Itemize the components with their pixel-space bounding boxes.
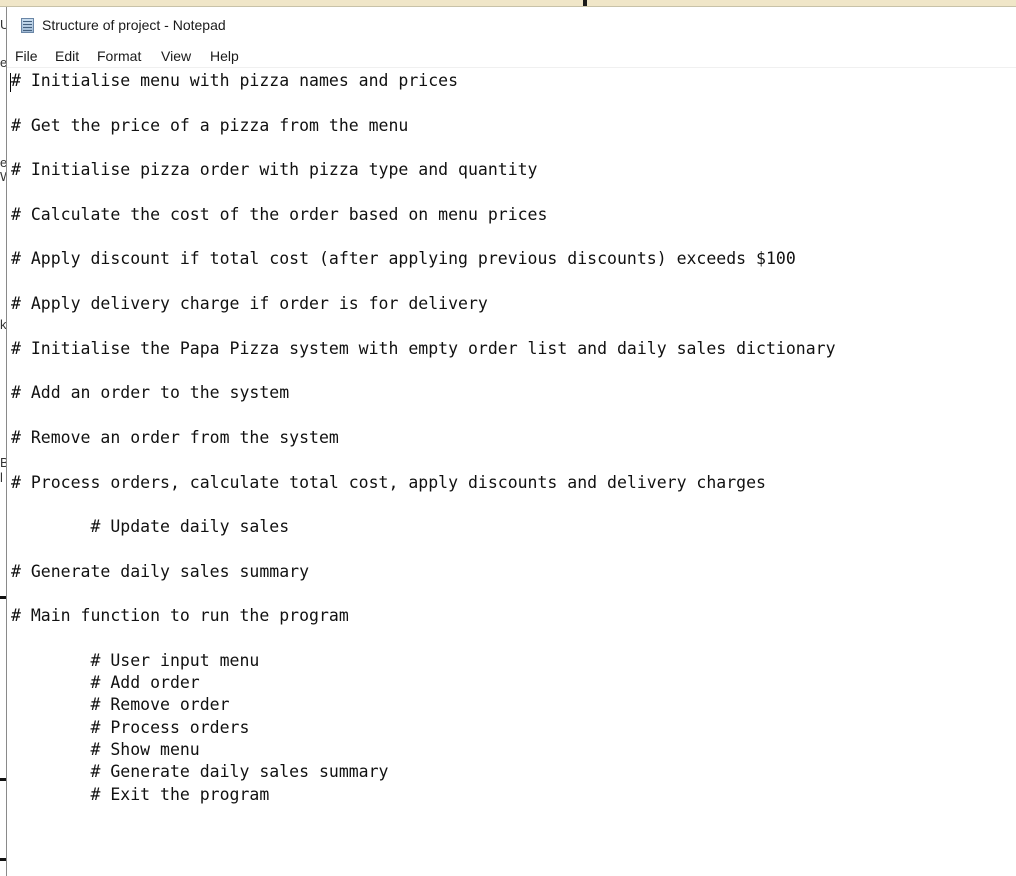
editor-line: # Add an order to the system — [11, 383, 290, 402]
window-title: Structure of project - Notepad — [42, 17, 226, 33]
menu-help[interactable]: Help — [208, 48, 241, 64]
background-window-edge: U e e W k B l — [0, 7, 7, 876]
menu-view[interactable]: View — [159, 48, 193, 64]
editor-line: # User input menu — [11, 651, 260, 670]
edge-glyph: l — [0, 470, 3, 485]
edge-glyph: U — [0, 17, 6, 32]
edge-glyph: k — [0, 317, 6, 332]
menu-file[interactable]: File — [13, 48, 40, 64]
edge-glyph: e — [0, 155, 6, 170]
text-editor[interactable]: # Initialise menu with pizza names and p… — [7, 68, 1016, 876]
edge-mark — [0, 858, 6, 861]
editor-line: # Apply discount if total cost (after ap… — [11, 249, 796, 268]
edge-glyph: W — [0, 169, 6, 184]
editor-line: # Remove an order from the system — [11, 428, 339, 447]
editor-line: # Initialise menu with pizza names and p… — [11, 71, 459, 90]
editor-line: # Initialise pizza order with pizza type… — [11, 160, 538, 179]
edge-mark — [0, 778, 6, 781]
editor-line: # Apply delivery charge if order is for … — [11, 294, 488, 313]
editor-line: # Initialise the Papa Pizza system with … — [11, 339, 836, 358]
menu-bar: File Edit Format View Help — [7, 45, 1016, 67]
edge-glyph: e — [0, 55, 6, 70]
editor-line: # Process orders — [11, 718, 250, 737]
editor-line: # Calculate the cost of the order based … — [11, 205, 548, 224]
title-bar[interactable]: Structure of project - Notepad — [7, 7, 1016, 43]
editor-line: # Exit the program — [11, 785, 270, 804]
editor-line: # Get the price of a pizza from the menu — [11, 116, 409, 135]
background-window-marker — [583, 0, 587, 6]
notepad-window: Structure of project - Notepad File Edit… — [7, 7, 1016, 876]
notepad-icon[interactable] — [21, 18, 34, 33]
menu-edit[interactable]: Edit — [53, 48, 81, 64]
editor-line: # Remove order — [11, 695, 230, 714]
menu-format[interactable]: Format — [95, 48, 143, 64]
editor-line: # Show menu — [11, 740, 200, 759]
edge-mark — [0, 596, 6, 599]
editor-line: # Add order — [11, 673, 200, 692]
edge-glyph: B — [0, 455, 6, 470]
editor-line: # Generate daily sales summary — [11, 562, 310, 581]
editor-line: # Generate daily sales summary — [11, 762, 389, 781]
editor-line: # Process orders, calculate total cost, … — [11, 473, 766, 492]
editor-line: # Main function to run the program — [11, 606, 349, 625]
editor-line: # Update daily sales — [11, 517, 290, 536]
